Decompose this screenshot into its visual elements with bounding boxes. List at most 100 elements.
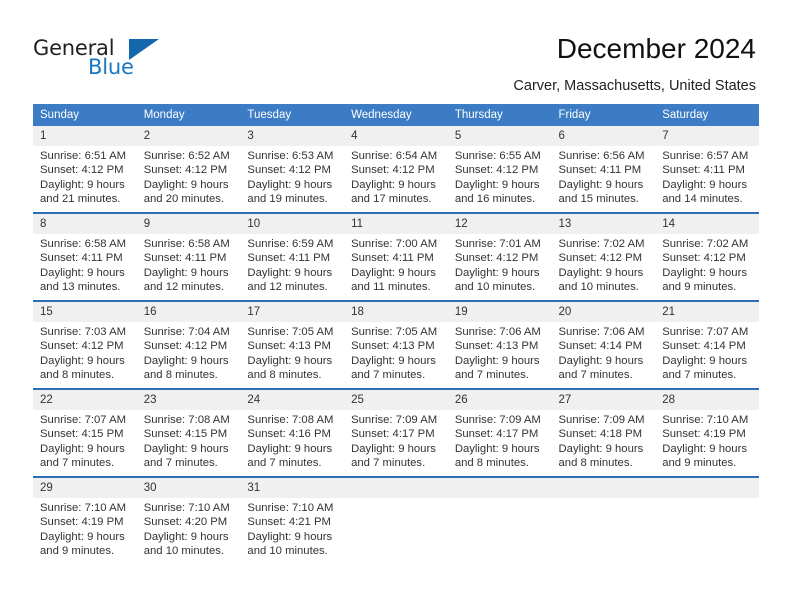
day-details: Sunrise: 7:07 AM Sunset: 4:15 PM Daylight:… — [33, 410, 137, 471]
weekday-header-thursday: Thursday — [447, 104, 552, 126]
calendar-day-cell[interactable]: 31 Sunrise: 7:10 AM Sunset: 4:21 PM Dayligh… — [240, 476, 345, 564]
calendar-day-cell[interactable]: 20 Sunrise: 7:06 AM Sunset: 4:14 PM Dayligh… — [551, 300, 656, 389]
calendar-day-cell[interactable]: 26 Sunrise: 7:09 AM Sunset: 4:17 PM Dayligh… — [447, 388, 552, 477]
day-details: Sunrise: 6:53 AM Sunset: 4:12 PM Daylight:… — [240, 146, 344, 207]
daylight-text-line1: Daylight: 9 hours — [454, 442, 540, 455]
sunrise-text: Sunrise: 7:08 AM — [247, 414, 334, 426]
daylight-text-line2: and 10 minutes. — [558, 281, 639, 294]
day-details: Sunrise: 7:02 AM Sunset: 4:12 PM Daylight:… — [655, 234, 759, 295]
calendar-day-cell-empty — [551, 476, 656, 564]
day-details: Sunrise: 6:56 AM Sunset: 4:11 PM Daylight:… — [552, 146, 656, 207]
day-number: 1 — [33, 126, 137, 146]
day-number: 31 — [240, 478, 345, 498]
daylight-text-line1: Daylight: 9 hours — [247, 266, 333, 279]
weekday-header-wednesday: Wednesday — [344, 104, 448, 126]
calendar-week-row: 8 Sunrise: 6:58 AM Sunset: 4:11 PM Daylight… — [33, 212, 759, 301]
daylight-text-line2: and 16 minutes. — [454, 193, 536, 206]
sunrise-text: Sunrise: 6:53 AM — [247, 150, 334, 162]
daylight-text-line2: and 10 minutes. — [247, 545, 328, 558]
calendar-day-cell[interactable]: 7 Sunrise: 6:57 AM Sunset: 4:11 PM Daylight… — [655, 126, 759, 213]
sunset-text: Sunset: 4:11 PM — [143, 252, 227, 265]
day-number: 10 — [240, 214, 345, 234]
calendar-day-cell[interactable]: 23 Sunrise: 7:08 AM Sunset: 4:15 PM Dayligh… — [136, 388, 241, 477]
day-details: Sunrise: 7:10 AM Sunset: 4:20 PM Daylight:… — [137, 498, 241, 559]
day-details — [655, 498, 759, 501]
calendar-day-cell[interactable]: 30 Sunrise: 7:10 AM Sunset: 4:20 PM Dayligh… — [136, 476, 241, 564]
calendar-day-cell[interactable]: 28 Sunrise: 7:10 AM Sunset: 4:19 PM Dayligh… — [655, 388, 759, 477]
sunrise-text: Sunrise: 7:10 AM — [40, 502, 127, 514]
calendar-day-cell[interactable]: 14 Sunrise: 7:02 AM Sunset: 4:12 PM Dayligh… — [655, 212, 759, 301]
calendar-day-cell[interactable]: 29 Sunrise: 7:10 AM Sunset: 4:19 PM Dayligh… — [33, 476, 137, 564]
calendar-day-cell[interactable]: 11 Sunrise: 7:00 AM Sunset: 4:11 PM Dayligh… — [344, 212, 448, 301]
brand-logo[interactable]: General Blue — [33, 36, 163, 84]
calendar-day-cell[interactable]: 17 Sunrise: 7:05 AM Sunset: 4:13 PM Dayligh… — [240, 300, 345, 389]
day-number: 8 — [33, 214, 137, 234]
calendar-day-cell[interactable]: 12 Sunrise: 7:01 AM Sunset: 4:12 PM Dayligh… — [447, 212, 552, 301]
sunrise-text: Sunrise: 7:06 AM — [558, 326, 645, 338]
day-number: 4 — [344, 126, 448, 146]
calendar-day-cell[interactable]: 21 Sunrise: 7:07 AM Sunset: 4:14 PM Dayligh… — [655, 300, 759, 389]
calendar-day-cell[interactable]: 6 Sunrise: 6:56 AM Sunset: 4:11 PM Daylight… — [551, 126, 656, 213]
calendar-day-cell[interactable]: 18 Sunrise: 7:05 AM Sunset: 4:13 PM Dayligh… — [344, 300, 448, 389]
day-number: 16 — [136, 302, 241, 322]
calendar-day-cell[interactable]: 25 Sunrise: 7:09 AM Sunset: 4:17 PM Dayligh… — [344, 388, 448, 477]
daylight-text-line1: Daylight: 9 hours — [40, 530, 125, 543]
daylight-text-line1: Daylight: 9 hours — [558, 354, 644, 367]
sunrise-text: Sunrise: 6:57 AM — [662, 150, 749, 162]
calendar-day-cell[interactable]: 8 Sunrise: 6:58 AM Sunset: 4:11 PM Daylight… — [33, 212, 137, 301]
day-details: Sunrise: 6:51 AM Sunset: 4:12 PM Daylight:… — [33, 146, 137, 207]
daylight-text-line2: and 8 minutes. — [143, 369, 218, 382]
daylight-text-line2: and 8 minutes. — [454, 457, 529, 470]
daylight-text-line2: and 7 minutes. — [143, 457, 218, 470]
day-details — [552, 498, 656, 501]
calendar-day-cell[interactable]: 9 Sunrise: 6:58 AM Sunset: 4:11 PM Daylight… — [136, 212, 241, 301]
calendar-week-row: 15 Sunrise: 7:03 AM Sunset: 4:12 PM Dayligh… — [33, 300, 759, 389]
sunrise-text: Sunrise: 7:10 AM — [662, 414, 749, 426]
daylight-text-line1: Daylight: 9 hours — [143, 178, 229, 191]
day-number: 20 — [551, 302, 656, 322]
sunset-text: Sunset: 4:12 PM — [40, 164, 124, 177]
day-details: Sunrise: 7:05 AM Sunset: 4:13 PM Daylight:… — [240, 322, 344, 383]
daylight-text-line2: and 9 minutes. — [662, 281, 737, 294]
sunrise-text: Sunrise: 6:59 AM — [247, 238, 334, 250]
daylight-text-line1: Daylight: 9 hours — [40, 354, 125, 367]
calendar-day-cell[interactable]: 4 Sunrise: 6:54 AM Sunset: 4:12 PM Daylight… — [344, 126, 448, 213]
calendar-day-cell[interactable]: 15 Sunrise: 7:03 AM Sunset: 4:12 PM Dayligh… — [33, 300, 137, 389]
sunset-text: Sunset: 4:13 PM — [454, 340, 539, 353]
sunset-text: Sunset: 4:19 PM — [662, 428, 746, 441]
calendar-day-cell[interactable]: 27 Sunrise: 7:09 AM Sunset: 4:18 PM Dayligh… — [551, 388, 656, 477]
calendar-day-cell[interactable]: 16 Sunrise: 7:04 AM Sunset: 4:12 PM Dayligh… — [136, 300, 241, 389]
calendar-day-cell[interactable]: 3 Sunrise: 6:53 AM Sunset: 4:12 PM Daylight… — [240, 126, 345, 213]
calendar-day-cell[interactable]: 10 Sunrise: 6:59 AM Sunset: 4:11 PM Dayligh… — [240, 212, 345, 301]
daylight-text-line1: Daylight: 9 hours — [247, 530, 333, 543]
daylight-text-line1: Daylight: 9 hours — [40, 266, 125, 279]
sunrise-text: Sunrise: 7:03 AM — [40, 326, 127, 338]
daylight-text-line2: and 7 minutes. — [40, 457, 115, 470]
calendar-day-cell[interactable]: 2 Sunrise: 6:52 AM Sunset: 4:12 PM Daylight… — [136, 126, 241, 213]
calendar-body: 1 Sunrise: 6:51 AM Sunset: 4:12 PM Daylight… — [33, 126, 759, 564]
daylight-text-line1: Daylight: 9 hours — [662, 442, 747, 455]
calendar-day-cell[interactable]: 5 Sunrise: 6:55 AM Sunset: 4:12 PM Daylight… — [447, 126, 552, 213]
daylight-text-line1: Daylight: 9 hours — [351, 178, 436, 191]
sunset-text: Sunset: 4:17 PM — [454, 428, 539, 441]
calendar-day-cell[interactable]: 1 Sunrise: 6:51 AM Sunset: 4:12 PM Daylight… — [33, 126, 137, 213]
daylight-text-line1: Daylight: 9 hours — [454, 178, 540, 191]
calendar-day-cell[interactable]: 19 Sunrise: 7:06 AM Sunset: 4:13 PM Dayligh… — [447, 300, 552, 389]
sunrise-text: Sunrise: 7:09 AM — [351, 414, 438, 426]
calendar-day-cell-empty — [344, 476, 448, 564]
sunset-text: Sunset: 4:13 PM — [351, 340, 435, 353]
sunset-text: Sunset: 4:11 PM — [247, 252, 331, 265]
calendar-day-cell[interactable]: 24 Sunrise: 7:08 AM Sunset: 4:16 PM Dayligh… — [240, 388, 345, 477]
calendar-week-row: 22 Sunrise: 7:07 AM Sunset: 4:15 PM Dayligh… — [33, 388, 759, 477]
sunset-text: Sunset: 4:11 PM — [558, 164, 642, 177]
sunrise-text: Sunrise: 6:58 AM — [143, 238, 230, 250]
day-number: 24 — [240, 390, 345, 410]
weekday-header-monday: Monday — [136, 104, 241, 126]
calendar-day-cell[interactable]: 22 Sunrise: 7:07 AM Sunset: 4:15 PM Dayligh… — [33, 388, 137, 477]
page-header: General Blue December 2024 Carver, Massa… — [0, 0, 792, 100]
calendar-day-cell[interactable]: 13 Sunrise: 7:02 AM Sunset: 4:12 PM Dayligh… — [551, 212, 656, 301]
sunrise-text: Sunrise: 6:52 AM — [143, 150, 230, 162]
daylight-text-line2: and 10 minutes. — [454, 281, 536, 294]
sunrise-text: Sunrise: 7:08 AM — [143, 414, 230, 426]
sunrise-text: Sunrise: 7:05 AM — [351, 326, 438, 338]
